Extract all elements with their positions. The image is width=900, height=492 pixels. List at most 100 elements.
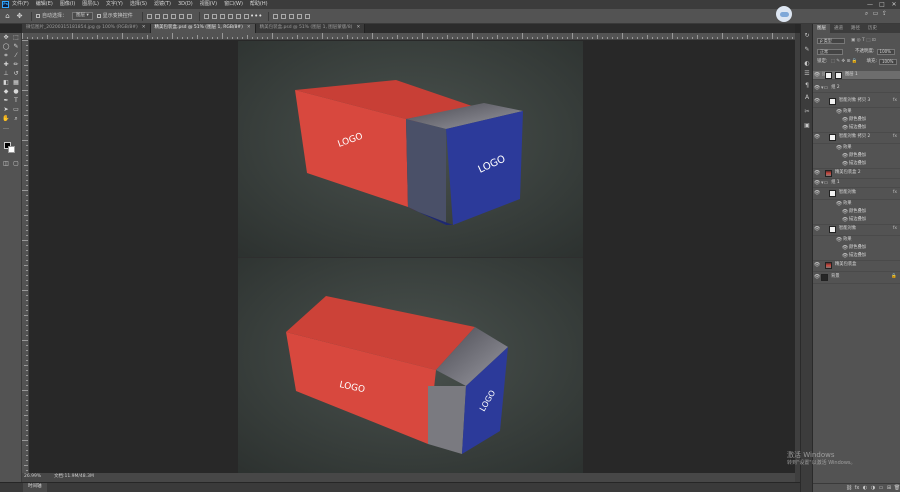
visibility-eye-icon[interactable]: 👁 xyxy=(813,85,821,91)
menu-select[interactable]: 选择(S) xyxy=(130,2,147,7)
visibility-eye-icon[interactable]: 👁 xyxy=(813,170,821,176)
close-window-button[interactable]: ✕ xyxy=(888,0,900,9)
tab-document-1[interactable]: 微信图片_20200315181854.jpg @ 100% (RGB/8#) ✕ xyxy=(22,24,151,33)
link-layers-icon[interactable]: ⛓ xyxy=(845,485,853,491)
tab-close-icon[interactable]: ✕ xyxy=(142,26,146,31)
eraser-tool-icon[interactable]: ◧ xyxy=(2,79,10,87)
visibility-eye-icon[interactable]: 👁 xyxy=(813,72,821,78)
menu-edit[interactable]: 编辑(E) xyxy=(36,2,53,7)
fill-input[interactable]: 100% xyxy=(879,59,897,65)
layer-item[interactable]: 👁 智能对象 拷贝 2 fx xyxy=(813,132,900,144)
add-style-icon[interactable]: fx xyxy=(853,485,861,491)
menu-image[interactable]: 图像(I) xyxy=(60,2,75,7)
visibility-eye-icon[interactable]: 👁 xyxy=(813,263,821,268)
delete-layer-icon[interactable]: 🗑 xyxy=(893,485,900,491)
minimize-button[interactable]: — xyxy=(864,0,876,9)
layer-item[interactable]: 👁 精美包装盒 2 xyxy=(813,168,900,179)
type-tool-icon[interactable]: T xyxy=(12,97,20,105)
tab-close-icon[interactable]: ✕ xyxy=(356,26,360,31)
tab-document-2[interactable]: 精美包装盒.psd @ 51% (图层 1, RGB/8#) ✕ xyxy=(150,24,256,33)
zoom-level[interactable]: 26.99% xyxy=(24,475,54,480)
menu-3d[interactable]: 3D(D) xyxy=(178,2,193,7)
visibility-eye-icon[interactable]: 👁 xyxy=(813,227,821,232)
layer-filter-dropdown[interactable]: ρ 类型 xyxy=(817,38,845,44)
visibility-eye-icon[interactable]: 👁 xyxy=(841,217,849,223)
layer-item[interactable]: 👁 智能对象 拷贝 3 fx xyxy=(813,96,900,108)
distribute-bottom-icon[interactable] xyxy=(219,13,225,19)
menu-type[interactable]: 文字(Y) xyxy=(106,2,123,7)
align-right-icon[interactable] xyxy=(162,13,168,19)
visibility-eye-icon[interactable]: 👁 xyxy=(841,210,849,215)
layer-item[interactable]: 👁 ▾▭ 组 2 xyxy=(813,84,900,93)
3d-orbit-icon[interactable] xyxy=(272,13,278,19)
maximize-button[interactable]: □ xyxy=(876,0,888,9)
crop-tool-icon[interactable]: ⌗ xyxy=(2,52,10,60)
lock-icons[interactable]: ⬚ ✎ ✥ ⊞ 🔒 xyxy=(831,59,858,65)
visibility-eye-icon[interactable]: 👁 xyxy=(813,275,821,280)
search-icon[interactable]: ⌕ xyxy=(862,11,871,17)
menu-view[interactable]: 视图(V) xyxy=(200,2,217,7)
3d-scale-icon[interactable] xyxy=(304,13,310,19)
tab-channels[interactable]: 通道 xyxy=(830,24,847,33)
new-group-icon[interactable]: ▭ xyxy=(877,485,885,491)
menu-help[interactable]: 帮助(H) xyxy=(250,2,268,7)
visibility-eye-icon[interactable]: 👁 xyxy=(835,202,843,207)
align-bottom-icon[interactable] xyxy=(186,13,192,19)
timeline-tab[interactable]: 时间轴 xyxy=(23,483,47,492)
history-panel-icon[interactable]: ↻ xyxy=(803,32,811,40)
quick-select-tool-icon[interactable]: ✎ xyxy=(12,43,20,51)
visibility-eye-icon[interactable]: 👁 xyxy=(813,135,821,140)
distribute-left-icon[interactable] xyxy=(227,13,233,19)
visibility-eye-icon[interactable]: 👁 xyxy=(813,180,821,186)
move-tool-icon[interactable]: ✥ xyxy=(2,34,10,42)
visibility-eye-icon[interactable]: 👁 xyxy=(841,161,849,167)
layer-item[interactable]: 👁 背景 🔒 xyxy=(813,272,900,284)
share-icon[interactable]: ⇪ xyxy=(880,11,889,17)
blur-tool-icon[interactable]: ◆ xyxy=(2,88,10,96)
distribute-top-icon[interactable] xyxy=(203,13,209,19)
distribute-middle-icon[interactable] xyxy=(211,13,217,19)
cloud-account-icon[interactable] xyxy=(776,6,792,22)
pen-tool-icon[interactable]: ✒ xyxy=(2,97,10,105)
dodge-tool-icon[interactable]: ● xyxy=(12,88,20,96)
visibility-eye-icon[interactable]: 👁 xyxy=(841,246,849,251)
align-middle-icon[interactable] xyxy=(178,13,184,19)
align-center-icon[interactable] xyxy=(154,13,160,19)
3d-pan-icon[interactable] xyxy=(288,13,294,19)
home-icon[interactable]: ⌂ xyxy=(3,12,12,21)
mask-thumbnail[interactable] xyxy=(835,71,842,79)
lasso-tool-icon[interactable]: ◯ xyxy=(2,43,10,51)
visibility-eye-icon[interactable]: 👁 xyxy=(813,99,821,104)
fx-icon[interactable]: fx xyxy=(893,191,897,196)
distribute-right-icon[interactable] xyxy=(243,13,249,19)
layer-item[interactable]: 👁 智能对象 fx xyxy=(813,224,900,236)
fx-icon[interactable]: fx xyxy=(893,99,897,104)
libraries-icon[interactable]: ▣ xyxy=(803,122,811,130)
fx-icon[interactable]: fx xyxy=(893,227,897,232)
layer-item[interactable]: 👁 ⛓ 图层 1 xyxy=(813,71,900,80)
tab-document-3[interactable]: 精美包装盒.psd @ 51% (图层 1, 图层蒙版/8) ✕ xyxy=(255,24,366,33)
new-layer-icon[interactable]: ⊞ xyxy=(885,485,893,491)
workspace-icon[interactable]: ▭ xyxy=(871,11,880,17)
3d-roll-icon[interactable] xyxy=(280,13,286,19)
clone-stamp-icon[interactable]: ⊥ xyxy=(2,70,10,78)
eyedropper-tool-icon[interactable]: ⁄ xyxy=(12,52,20,60)
edit-toolbar-icon[interactable]: … xyxy=(2,124,10,132)
fx-icon[interactable]: fx xyxy=(893,135,897,140)
quick-mask-icon[interactable]: ◫ xyxy=(2,160,10,168)
show-transform-checkbox[interactable]: 显示变换控件 xyxy=(96,13,133,19)
path-select-icon[interactable]: ➤ xyxy=(2,106,10,114)
layer-item[interactable]: 👁 智能对象 fx xyxy=(813,188,900,200)
add-mask-icon[interactable]: ◐ xyxy=(861,485,869,491)
visibility-eye-icon[interactable]: 👁 xyxy=(813,191,821,196)
properties-icon[interactable]: ☰ xyxy=(803,70,811,78)
auto-select-dropdown[interactable]: 图层 ▾ xyxy=(72,12,93,20)
brush-settings-icon[interactable]: ✎ xyxy=(803,46,811,54)
menu-filter[interactable]: 滤镜(T) xyxy=(154,2,171,7)
artboard-tool-icon[interactable]: ⬚ xyxy=(12,34,20,42)
visibility-eye-icon[interactable]: 👁 xyxy=(835,146,843,151)
visibility-eye-icon[interactable]: 👁 xyxy=(841,118,849,123)
tab-paths[interactable]: 路径 xyxy=(847,24,864,33)
visibility-eye-icon[interactable]: 👁 xyxy=(835,238,843,243)
adjustments-icon[interactable]: ◐ xyxy=(803,60,811,68)
